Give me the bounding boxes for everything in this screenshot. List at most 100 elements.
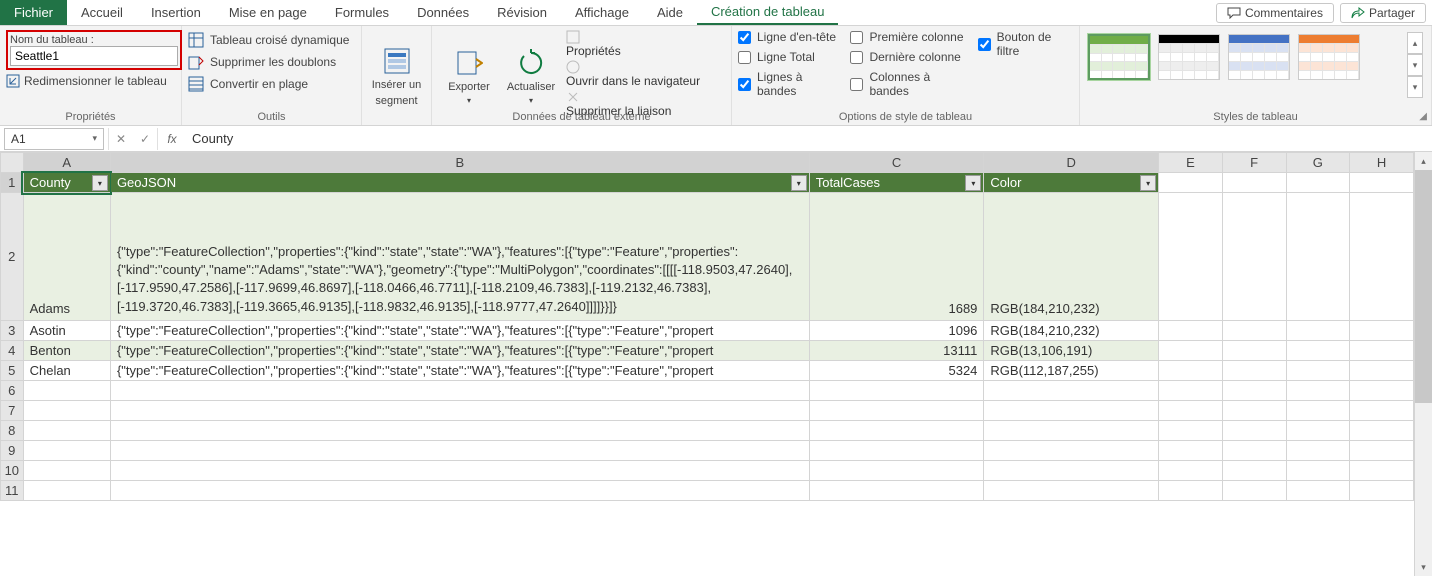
- cell-A2[interactable]: Adams: [23, 193, 110, 321]
- pivot-table-button[interactable]: Tableau croisé dynamique: [188, 30, 355, 50]
- accept-formula-button[interactable]: ✓: [133, 128, 157, 150]
- filter-button-color[interactable]: ▾: [1140, 175, 1156, 191]
- table-header-county[interactable]: County▾: [23, 173, 110, 193]
- column-header-H[interactable]: H: [1350, 153, 1414, 173]
- filter-button-geojson[interactable]: ▾: [791, 175, 807, 191]
- table-style-orange[interactable]: [1298, 34, 1360, 80]
- table-header-geojson[interactable]: GeoJSON▾: [110, 173, 809, 193]
- ribbon-group-table-styles: ▴ ▾ ▾ Styles de tableau ◢: [1080, 26, 1432, 125]
- gallery-expand[interactable]: ▾: [1407, 76, 1423, 98]
- column-header-F[interactable]: F: [1222, 153, 1286, 173]
- column-header-E[interactable]: E: [1159, 153, 1223, 173]
- cell-B4[interactable]: {"type":"FeatureCollection","properties"…: [110, 340, 809, 360]
- ribbon-group-style-options: Ligne d'en-tête Ligne Total Lignes à ban…: [732, 26, 1080, 125]
- filter-button-checkbox[interactable]: Bouton de filtre: [978, 30, 1073, 58]
- cell-A4[interactable]: Benton: [23, 340, 110, 360]
- tab-table-design[interactable]: Création de tableau: [697, 0, 838, 25]
- row-header-2[interactable]: 2: [1, 193, 24, 321]
- tab-revision[interactable]: Révision: [483, 0, 561, 25]
- total-row-checkbox[interactable]: Ligne Total: [738, 50, 840, 64]
- column-header-D[interactable]: D: [984, 153, 1159, 173]
- banded-columns-checkbox[interactable]: Colonnes à bandes: [850, 70, 967, 98]
- scroll-down-button[interactable]: ▾: [1415, 558, 1432, 576]
- file-tab[interactable]: Fichier: [0, 0, 67, 25]
- first-column-checkbox[interactable]: Première colonne: [850, 30, 967, 44]
- cell-B3[interactable]: {"type":"FeatureCollection","properties"…: [110, 320, 809, 340]
- group-label-styles: Styles de tableau: [1080, 111, 1431, 123]
- table-header-totalcases[interactable]: TotalCases▾: [809, 173, 984, 193]
- cell-D2[interactable]: RGB(184,210,232): [984, 193, 1159, 321]
- comments-button[interactable]: Commentaires: [1216, 3, 1334, 23]
- row-header-7[interactable]: 7: [1, 400, 24, 420]
- tab-miseenpage[interactable]: Mise en page: [215, 0, 321, 25]
- tab-affichage[interactable]: Affichage: [561, 0, 643, 25]
- tab-donnees[interactable]: Données: [403, 0, 483, 25]
- cell-D4[interactable]: RGB(13,106,191): [984, 340, 1159, 360]
- browser-icon: [566, 60, 580, 74]
- convert-to-range-button[interactable]: Convertir en plage: [188, 74, 355, 94]
- gallery-scroll-up[interactable]: ▴: [1407, 32, 1423, 54]
- cell-B5[interactable]: {"type":"FeatureCollection","properties"…: [110, 360, 809, 380]
- row-header-11[interactable]: 11: [1, 480, 24, 500]
- cell-A3[interactable]: Asotin: [23, 320, 110, 340]
- table-name-input[interactable]: [10, 46, 178, 66]
- filter-button-totalcases[interactable]: ▾: [965, 175, 981, 191]
- table-style-black[interactable]: [1158, 34, 1220, 80]
- fx-icon[interactable]: fx: [158, 132, 186, 146]
- group-label-external: Données de tableau externe: [432, 111, 731, 123]
- cell-D5[interactable]: RGB(112,187,255): [984, 360, 1159, 380]
- column-header-B[interactable]: B: [110, 153, 809, 173]
- resize-table-button[interactable]: Redimensionner le tableau: [6, 74, 175, 88]
- row-header-8[interactable]: 8: [1, 420, 24, 440]
- column-header-G[interactable]: G: [1286, 153, 1350, 173]
- cell-A5[interactable]: Chelan: [23, 360, 110, 380]
- header-row-checkbox[interactable]: Ligne d'en-tête: [738, 30, 840, 44]
- row-header-5[interactable]: 5: [1, 360, 24, 380]
- cell-C5[interactable]: 5324: [809, 360, 984, 380]
- insert-slicer-button[interactable]: Insérer un segment: [368, 30, 425, 123]
- cell-C2[interactable]: 1689: [809, 193, 984, 321]
- cell-C3[interactable]: 1096: [809, 320, 984, 340]
- convert-icon: [188, 76, 204, 92]
- row-header-1[interactable]: 1: [1, 173, 24, 193]
- row-header-6[interactable]: 6: [1, 380, 24, 400]
- table-style-blue[interactable]: [1228, 34, 1290, 80]
- formula-input[interactable]: County: [186, 129, 1432, 148]
- ribbon-group-slicer: Insérer un segment: [362, 26, 432, 125]
- column-header-C[interactable]: C: [809, 153, 984, 173]
- scroll-up-button[interactable]: ▴: [1415, 152, 1432, 170]
- select-all-corner[interactable]: [1, 153, 24, 173]
- tab-insertion[interactable]: Insertion: [137, 0, 215, 25]
- remove-duplicates-button[interactable]: Supprimer les doublons: [188, 52, 355, 72]
- styles-dialog-launcher[interactable]: ◢: [1419, 111, 1427, 122]
- filter-button-county[interactable]: ▾: [92, 175, 108, 191]
- vertical-scrollbar[interactable]: ▴ ▾: [1414, 152, 1432, 576]
- row-header-4[interactable]: 4: [1, 340, 24, 360]
- refresh-button[interactable]: Actualiser▾: [500, 30, 562, 123]
- row-header-3[interactable]: 3: [1, 320, 24, 340]
- comment-icon: [1227, 7, 1241, 19]
- gallery-scroll-down[interactable]: ▾: [1407, 54, 1423, 76]
- cell-D3[interactable]: RGB(184,210,232): [984, 320, 1159, 340]
- row-header-10[interactable]: 10: [1, 460, 24, 480]
- table-header-color[interactable]: Color▾: [984, 173, 1159, 193]
- export-button[interactable]: Exporter▾: [438, 30, 500, 123]
- banded-rows-checkbox[interactable]: Lignes à bandes: [738, 70, 840, 98]
- table-style-green[interactable]: [1088, 34, 1150, 80]
- unlink-icon: [566, 90, 580, 104]
- share-button[interactable]: Partager: [1340, 3, 1426, 23]
- tab-accueil[interactable]: Accueil: [67, 0, 137, 25]
- spreadsheet-grid[interactable]: ABCDEFGH 1County▾GeoJSON▾TotalCases▾Color…: [0, 152, 1414, 576]
- ribbon-group-tools: Tableau croisé dynamique Supprimer les d…: [182, 26, 362, 125]
- cell-B2[interactable]: {"type":"FeatureCollection","properties"…: [110, 193, 809, 321]
- name-box[interactable]: A1▾: [4, 128, 104, 150]
- last-column-checkbox[interactable]: Dernière colonne: [850, 50, 967, 64]
- row-header-9[interactable]: 9: [1, 440, 24, 460]
- column-header-A[interactable]: A: [23, 153, 110, 173]
- tab-formules[interactable]: Formules: [321, 0, 403, 25]
- cancel-formula-button[interactable]: ✕: [109, 128, 133, 150]
- share-icon: [1351, 7, 1365, 19]
- cell-C4[interactable]: 13111: [809, 340, 984, 360]
- tab-aide[interactable]: Aide: [643, 0, 697, 25]
- table-styles-gallery[interactable]: [1086, 30, 1362, 123]
